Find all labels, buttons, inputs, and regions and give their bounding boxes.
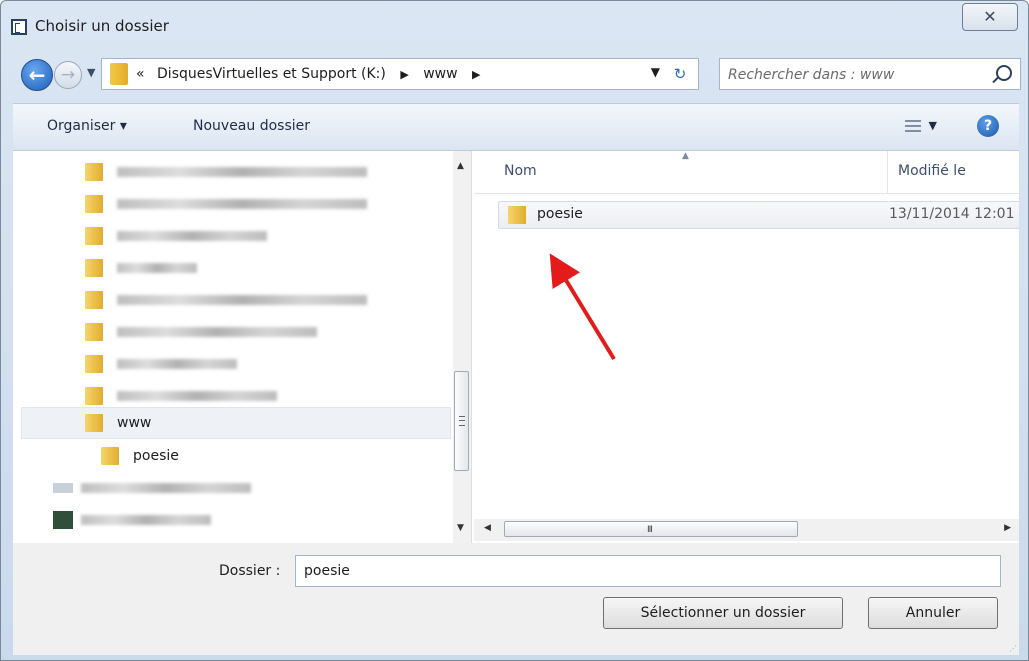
tree-item-blurred[interactable]: [85, 191, 367, 217]
tree-item-blurred[interactable]: [85, 319, 317, 345]
scroll-left-icon[interactable]: ◀: [484, 523, 491, 533]
scroll-right-icon[interactable]: ▶: [1004, 523, 1011, 533]
navigation-scrollbar[interactable]: ▲ ▼: [453, 151, 471, 543]
organise-menu-button[interactable]: Organiser ▾: [47, 118, 127, 134]
scroll-down-icon[interactable]: ▼: [457, 523, 464, 533]
folder-icon: [85, 259, 103, 277]
file-row[interactable]: poesie 13/11/2014 12:01: [498, 201, 1019, 229]
tree-item-blurred[interactable]: [85, 351, 237, 377]
scroll-thumb[interactable]: [454, 371, 469, 471]
folder-icon: [85, 323, 103, 341]
dialog-footer: Dossier : Sélectionner un dossier Annule…: [13, 543, 1019, 655]
breadcrumb-item-drive[interactable]: DisquesVirtuelles et Support (K:): [157, 66, 386, 82]
dialog-app-icon: [11, 19, 27, 35]
breadcrumb-separator-icon[interactable]: ▶: [400, 68, 408, 81]
sort-ascending-icon: ▲: [682, 151, 689, 161]
navigation-pane: www poesie ▲ ▼: [13, 151, 472, 543]
file-list-scrollbar[interactable]: ◀ III ▶: [474, 519, 1019, 541]
close-button[interactable]: ✕: [962, 3, 1018, 31]
back-button[interactable]: ←: [21, 59, 53, 91]
view-dropdown-icon[interactable]: ▼: [929, 119, 937, 132]
search-box[interactable]: [719, 58, 1021, 90]
folder-icon: [85, 163, 103, 181]
breadcrumb-separator-icon[interactable]: ▶: [472, 68, 480, 81]
help-icon[interactable]: ?: [977, 115, 999, 137]
folder-icon: [85, 227, 103, 245]
scroll-thumb[interactable]: III: [504, 521, 798, 537]
select-folder-button[interactable]: Sélectionner un dossier: [603, 597, 843, 629]
tree-item-blurred[interactable]: [85, 255, 197, 281]
search-input[interactable]: [726, 63, 980, 87]
tree-item-blurred[interactable]: [53, 475, 251, 501]
breadcrumb-overflow[interactable]: «: [136, 66, 145, 82]
address-bar-row: ← → ▼ « DisquesVirtuelles et Support (K:…: [13, 56, 1021, 96]
drive-icon: [53, 511, 73, 529]
new-folder-button[interactable]: Nouveau dossier: [193, 118, 310, 134]
tree-item-blurred[interactable]: [85, 287, 367, 313]
drive-icon: [53, 483, 73, 493]
file-list-pane: Nom ▲ Modifié le poesie 13/11/2014 12:01: [474, 151, 1019, 543]
folder-icon: [101, 447, 119, 465]
history-dropdown-icon[interactable]: ▼: [87, 66, 97, 80]
scroll-up-icon[interactable]: ▲: [457, 161, 464, 171]
folder-icon: [85, 387, 103, 405]
search-icon[interactable]: [996, 65, 1012, 81]
forward-button[interactable]: →: [54, 61, 82, 89]
forward-arrow-icon: →: [60, 65, 76, 85]
red-annotation-arrow-icon: [549, 253, 616, 361]
folder-icon: [85, 195, 103, 213]
tree-item-www[interactable]: www: [85, 410, 151, 436]
address-dropdown-icon[interactable]: ▼: [651, 65, 660, 79]
file-name: poesie: [537, 206, 583, 222]
folder-name-input[interactable]: [295, 555, 1001, 587]
column-header: Nom ▲ Modifié le: [474, 151, 1019, 194]
folder-icon: [85, 414, 103, 432]
resize-grip-icon[interactable]: ⋰: [1009, 644, 1017, 653]
tree-item-blurred[interactable]: [85, 383, 277, 409]
column-header-name[interactable]: Nom: [504, 163, 537, 179]
tree-item-label: poesie: [133, 448, 179, 464]
title-bar[interactable]: Choisir un dossier ✕: [1, 1, 1028, 49]
breadcrumb: « DisquesVirtuelles et Support (K:) ▶ ww…: [136, 66, 491, 82]
view-options-icon[interactable]: [905, 118, 921, 134]
window-title: Choisir un dossier: [35, 17, 169, 35]
folder-icon: [85, 291, 103, 309]
tree-item-blurred[interactable]: [85, 159, 367, 185]
cancel-button[interactable]: Annuler: [868, 597, 998, 629]
breadcrumb-item-www[interactable]: www: [423, 66, 457, 82]
tree-item-label: www: [117, 415, 152, 431]
refresh-icon[interactable]: ↻: [668, 64, 692, 84]
tree-item-blurred[interactable]: [53, 507, 211, 533]
command-toolbar: Organiser ▾ Nouveau dossier ▼ ?: [13, 103, 1019, 151]
column-header-modified[interactable]: Modifié le: [898, 163, 966, 179]
main-content: www poesie ▲ ▼ Nom ▲ Modifié le poesie 1…: [13, 151, 1019, 543]
folder-picker-dialog: Choisir un dossier ✕ ← → ▼ « DisquesVirt…: [0, 0, 1029, 661]
address-bar[interactable]: « DisquesVirtuelles et Support (K:) ▶ ww…: [101, 58, 699, 90]
tree-item-blurred[interactable]: [85, 223, 267, 249]
tree-item-poesie[interactable]: poesie: [101, 443, 179, 469]
folder-field-label: Dossier :: [219, 563, 281, 579]
back-arrow-icon: ←: [28, 63, 46, 87]
folder-icon: [85, 355, 103, 373]
file-modified-date: 13/11/2014 12:01: [889, 206, 1015, 222]
folder-icon: [508, 206, 526, 224]
close-icon: ✕: [983, 7, 997, 26]
folder-icon: [110, 63, 128, 85]
